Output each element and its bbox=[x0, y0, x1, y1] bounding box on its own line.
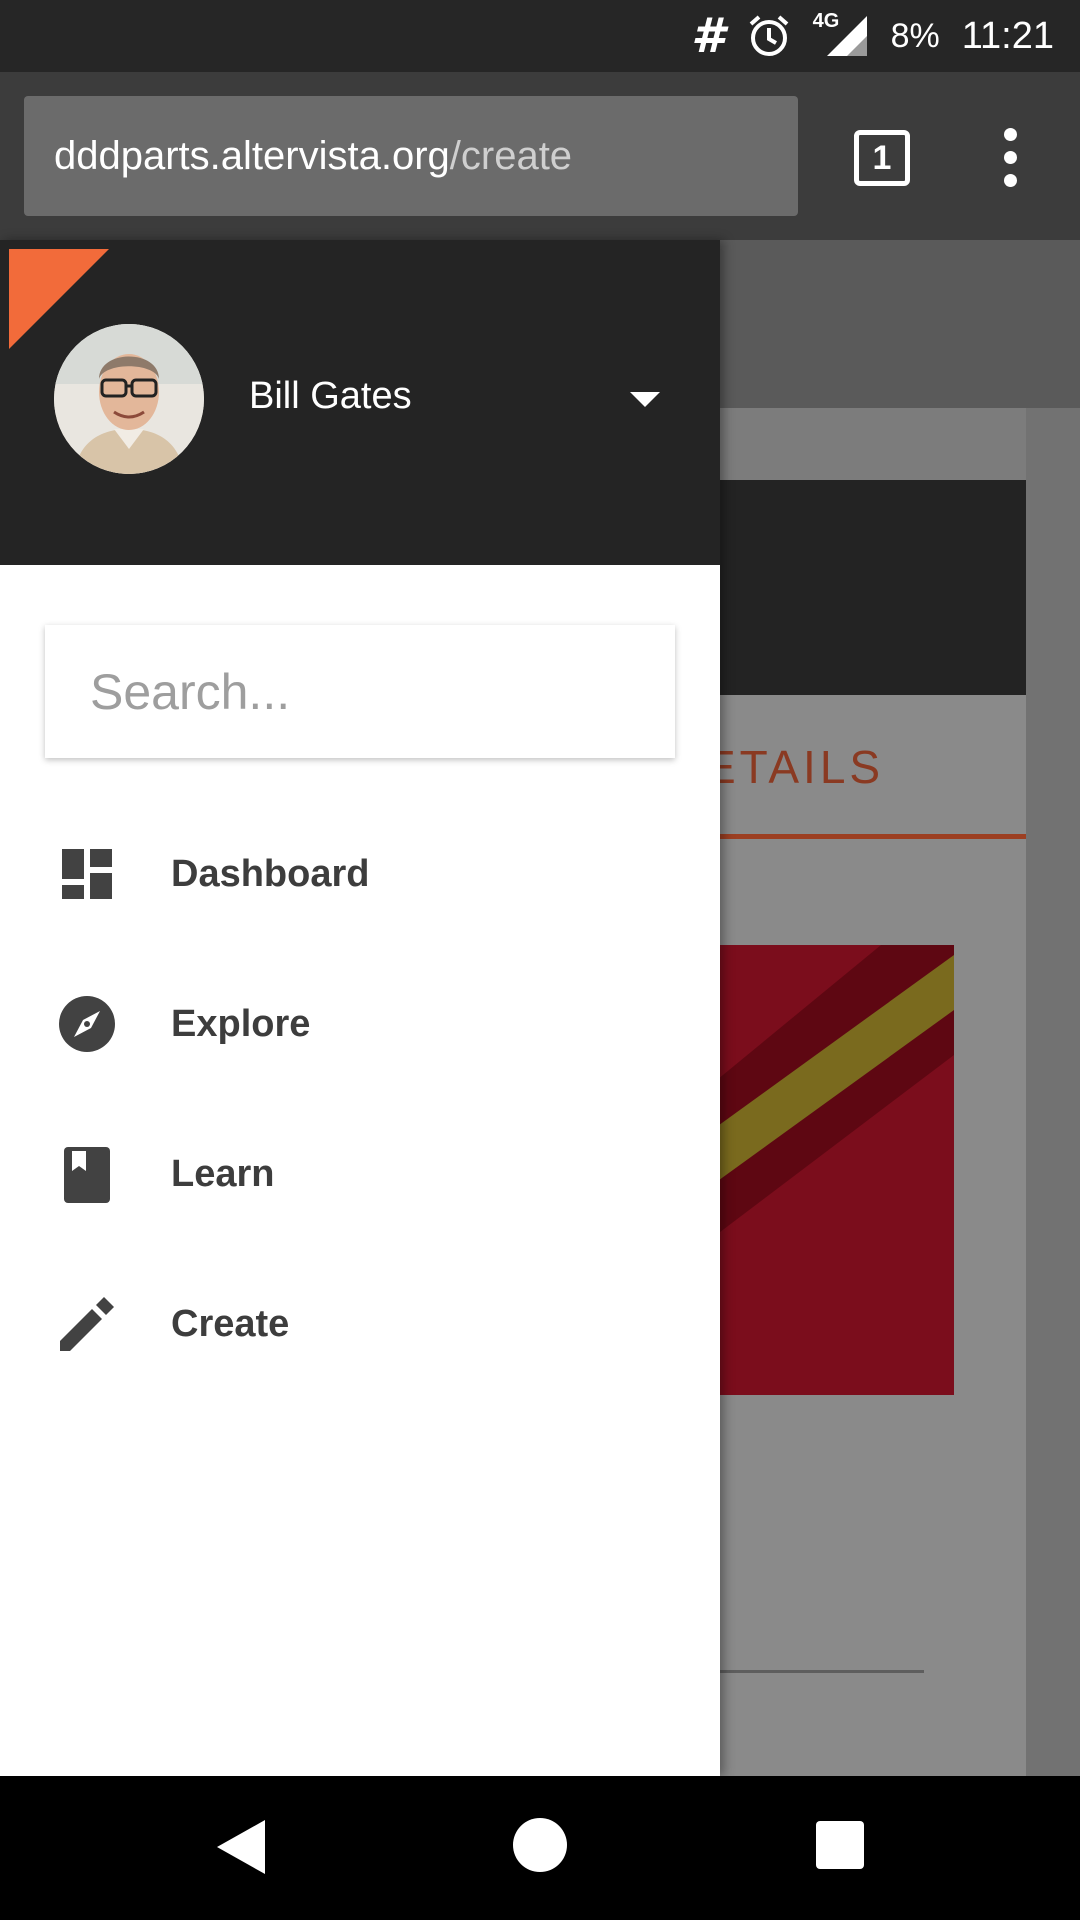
nav-label-explore: Explore bbox=[171, 1002, 311, 1045]
nav-label-create: Create bbox=[171, 1302, 290, 1345]
network-type: 4G bbox=[812, 10, 840, 32]
drawer-header: Bill Gates bbox=[0, 240, 720, 565]
search-input[interactable]: Search... bbox=[45, 625, 675, 758]
alarm-icon bbox=[747, 14, 791, 58]
nav-item-explore[interactable]: Explore bbox=[0, 964, 720, 1084]
home-icon[interactable] bbox=[513, 1818, 567, 1872]
nav-item-create[interactable]: Create bbox=[0, 1264, 720, 1384]
background-details-tab: ETAILS bbox=[705, 741, 885, 793]
navigation-drawer: Bill Gates Search... Dashboard Explore L… bbox=[0, 240, 720, 1776]
url-bar[interactable]: dddparts.altervista.org/create bbox=[24, 96, 798, 216]
user-name: Bill Gates bbox=[249, 375, 412, 417]
account-dropdown-icon[interactable] bbox=[630, 392, 660, 407]
nav-label-learn: Learn bbox=[171, 1152, 275, 1195]
search-placeholder: Search... bbox=[90, 663, 291, 720]
recents-icon[interactable] bbox=[816, 1821, 864, 1869]
battery-level: 8% bbox=[890, 16, 940, 55]
nav-item-learn[interactable]: Learn bbox=[0, 1114, 720, 1234]
browser-toolbar: dddparts.altervista.org/create 1 bbox=[0, 72, 1080, 240]
url-domain: dddparts.altervista.org bbox=[54, 133, 450, 178]
background-page-edge bbox=[1026, 408, 1080, 1920]
book-icon bbox=[58, 1145, 116, 1203]
nav-item-dashboard[interactable]: Dashboard bbox=[0, 814, 720, 934]
dashboard-icon bbox=[58, 845, 116, 903]
pencil-icon bbox=[58, 1295, 116, 1353]
hash-icon: # bbox=[691, 8, 725, 64]
system-navigation-bar bbox=[0, 1776, 1080, 1920]
tabs-icon[interactable]: 1 bbox=[854, 130, 910, 186]
url-path: /create bbox=[449, 133, 573, 178]
back-icon[interactable] bbox=[215, 1818, 267, 1881]
compass-icon bbox=[58, 995, 116, 1053]
tab-count: 1 bbox=[872, 138, 892, 177]
signal-icon: 4G bbox=[813, 10, 869, 58]
clock: 11:21 bbox=[961, 14, 1054, 57]
status-bar: # 4G 8% 11:21 bbox=[0, 0, 1080, 72]
overflow-menu-icon[interactable] bbox=[990, 128, 1030, 188]
nav-label-dashboard: Dashboard bbox=[171, 852, 370, 895]
avatar[interactable] bbox=[54, 324, 204, 474]
